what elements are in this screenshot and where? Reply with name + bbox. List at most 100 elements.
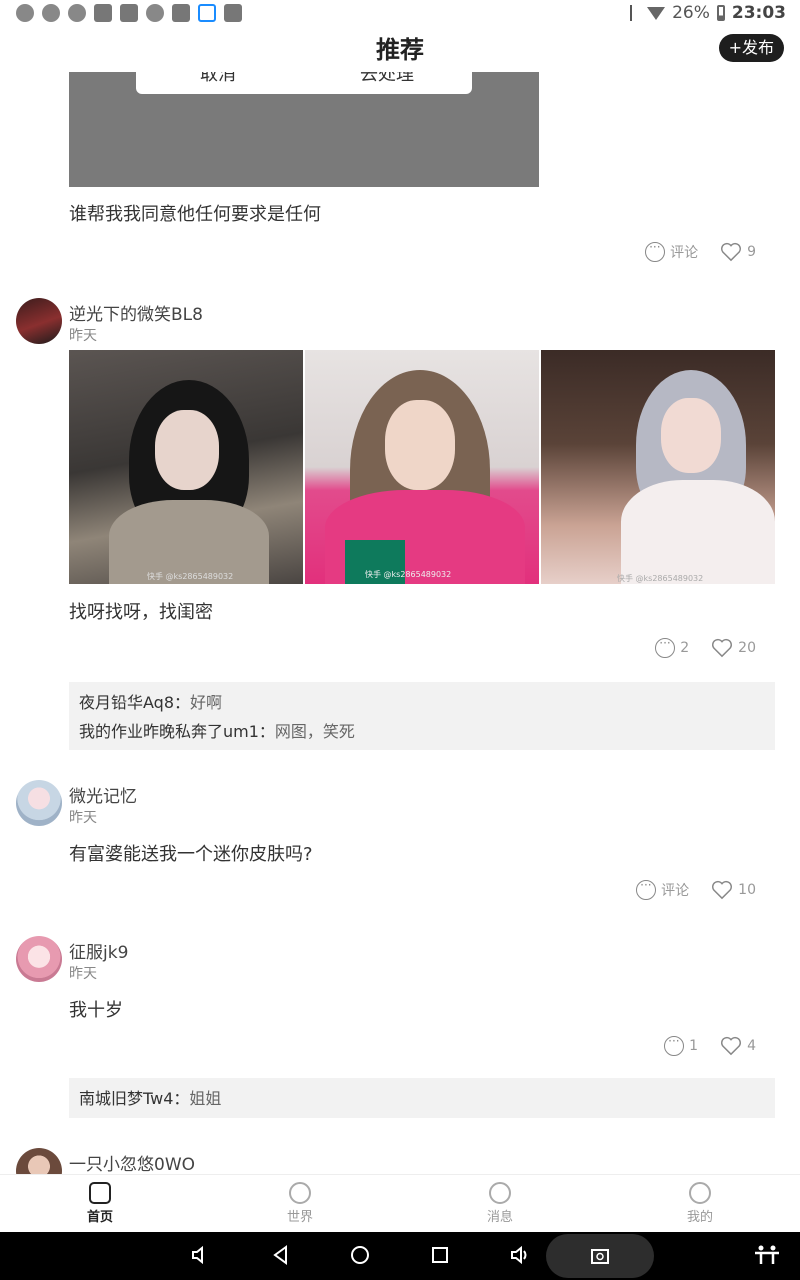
volume-down-icon[interactable] — [190, 1244, 212, 1266]
accessibility-icon[interactable] — [752, 1244, 782, 1266]
post-image[interactable]: 快手 @ks2865489032 — [69, 350, 303, 584]
comment-icon — [664, 1034, 685, 1056]
dialog-confirm-text: 去处理 — [360, 72, 414, 85]
comment-icon — [655, 636, 676, 658]
feed-list[interactable]: 取消 去处理 谁帮我我同意他任何要求是任何 评论 9 逆光下的微笑BL8 昨天 … — [0, 72, 800, 1174]
world-icon — [289, 1182, 311, 1204]
post-card: 逆光下的微笑BL8 昨天 快手 @ks2865489032 快手 @ks2865… — [0, 296, 800, 756]
like-button[interactable]: 10 — [711, 880, 756, 900]
message-icon — [489, 1182, 511, 1204]
app-notification-icon — [120, 4, 138, 22]
post-content: 有富婆能送我一个迷你皮肤吗? — [69, 844, 313, 865]
username[interactable]: 微光记忆 — [69, 782, 137, 807]
commenter-name: 南城旧梦Tw4： — [79, 1089, 190, 1108]
publish-button[interactable]: +发布 — [718, 34, 784, 62]
post-card: 征服jk9 昨天 我十岁 1 4 南城旧梦Tw4：姐姐 — [0, 934, 800, 1124]
post-time: 昨天 — [69, 966, 97, 982]
back-icon[interactable] — [270, 1244, 292, 1266]
comment-icon — [645, 240, 666, 262]
volume-up-icon[interactable] — [509, 1244, 531, 1266]
tab-label: 我的 — [686, 1210, 713, 1225]
comment-preview[interactable]: 夜月铅华Aq8：好啊 我的作业昨晚私奔了um1：网图，笑死 — [69, 682, 775, 750]
like-count: 9 — [747, 244, 756, 260]
app-notification-icon — [94, 4, 112, 22]
comment-text: 好啊 — [190, 693, 223, 712]
comment-line: 夜月铅华Aq8：好啊 — [79, 688, 765, 717]
image-watermark: 快手 @ks2865489032 — [617, 574, 704, 583]
home-icon — [89, 1182, 111, 1204]
wifi-icon — [647, 6, 666, 20]
username[interactable]: 逆光下的微笑BL8 — [69, 300, 203, 325]
comment-label: 评论 — [670, 245, 699, 261]
commenter-name: 我的作业昨晚私奔了um1： — [79, 722, 275, 741]
tab-profile[interactable]: 我的 — [600, 1175, 800, 1232]
post-image[interactable]: 快手 @ks2865489032 — [541, 350, 775, 584]
dialog-cancel-text: 取消 — [200, 72, 236, 85]
cleaner-icon — [146, 4, 164, 22]
comment-button[interactable]: 评论 — [645, 240, 699, 262]
image-watermark: 快手 @ks2865489032 — [147, 572, 234, 581]
tab-label: 首页 — [86, 1210, 113, 1225]
username[interactable]: 征服jk9 — [69, 938, 128, 963]
comment-count: 2 — [680, 640, 690, 656]
bottom-tab-bar: 首页 世界 消息 我的 — [0, 1174, 800, 1232]
like-button[interactable]: 20 — [711, 638, 756, 658]
comment-text: 网图，笑死 — [274, 722, 355, 741]
screenshot-button[interactable] — [546, 1234, 654, 1278]
home-nav-icon[interactable] — [349, 1244, 371, 1266]
top-header: 推荐 +发布 — [0, 26, 800, 72]
heart-icon — [721, 242, 742, 262]
recents-icon[interactable] — [429, 1244, 451, 1266]
avatar[interactable] — [16, 298, 62, 344]
avatar[interactable] — [16, 1148, 62, 1174]
activity-icon — [224, 4, 242, 22]
comment-button[interactable]: 2 — [655, 636, 690, 658]
tab-home[interactable]: 首页 — [0, 1175, 200, 1232]
comment-line: 我的作业昨晚私奔了um1：网图，笑死 — [79, 717, 765, 746]
comment-button[interactable]: 评论 — [636, 878, 690, 900]
dialog-remnant: 取消 去处理 — [136, 72, 472, 94]
comment-label: 评论 — [661, 883, 690, 899]
notification-icons — [16, 4, 242, 22]
comment-preview[interactable]: 南城旧梦Tw4：姐姐 — [69, 1078, 775, 1118]
comment-line: 南城旧梦Tw4：姐姐 — [79, 1084, 765, 1113]
tab-messages[interactable]: 消息 — [400, 1175, 600, 1232]
comment-button[interactable]: 1 — [664, 1034, 699, 1056]
post-card: 取消 去处理 谁帮我我同意他任何要求是任何 评论 9 — [0, 72, 800, 290]
app-notification-icon — [42, 4, 60, 22]
tab-label: 消息 — [486, 1210, 513, 1225]
app-notification-icon — [68, 4, 86, 22]
avatar[interactable] — [16, 936, 62, 982]
comment-icon — [636, 878, 657, 900]
clock: 23:03 — [731, 3, 786, 23]
avatar[interactable] — [16, 780, 62, 826]
like-count: 20 — [738, 640, 756, 656]
tab-world[interactable]: 世界 — [200, 1175, 400, 1232]
profile-icon — [689, 1182, 711, 1204]
like-button[interactable]: 9 — [720, 242, 756, 262]
post-content: 我十岁 — [69, 1000, 123, 1021]
comment-count: 1 — [689, 1038, 699, 1054]
bluetooth-icon — [630, 5, 640, 21]
heart-icon — [712, 638, 733, 658]
post-image[interactable]: 快手 @ks2865489032 — [305, 350, 539, 584]
screenshot-icon — [591, 1249, 609, 1264]
post-content: 找呀找呀，找闺密 — [69, 602, 213, 623]
post-image[interactable]: 取消 去处理 — [69, 72, 539, 187]
comment-text: 姐姐 — [189, 1089, 222, 1108]
page-title: 推荐 — [376, 36, 424, 64]
app-notification-icon — [16, 4, 34, 22]
image-watermark: 快手 @ks2865489032 — [365, 570, 452, 579]
post-content: 谁帮我我同意他任何要求是任何 — [69, 204, 321, 225]
tab-label: 世界 — [286, 1210, 313, 1225]
like-button[interactable]: 4 — [720, 1036, 756, 1056]
username[interactable]: 一只小忽悠0WO — [69, 1150, 195, 1174]
battery-icon — [716, 5, 725, 21]
post-card: 一只小忽悠0WO — [0, 1146, 800, 1174]
app-notification-icon — [198, 4, 216, 22]
post-card: 微光记忆 昨天 有富婆能送我一个迷你皮肤吗? 评论 10 — [0, 778, 800, 918]
like-count: 10 — [738, 882, 756, 898]
commenter-name: 夜月铅华Aq8： — [79, 693, 191, 712]
image-icon — [172, 4, 190, 22]
like-count: 4 — [747, 1038, 756, 1054]
